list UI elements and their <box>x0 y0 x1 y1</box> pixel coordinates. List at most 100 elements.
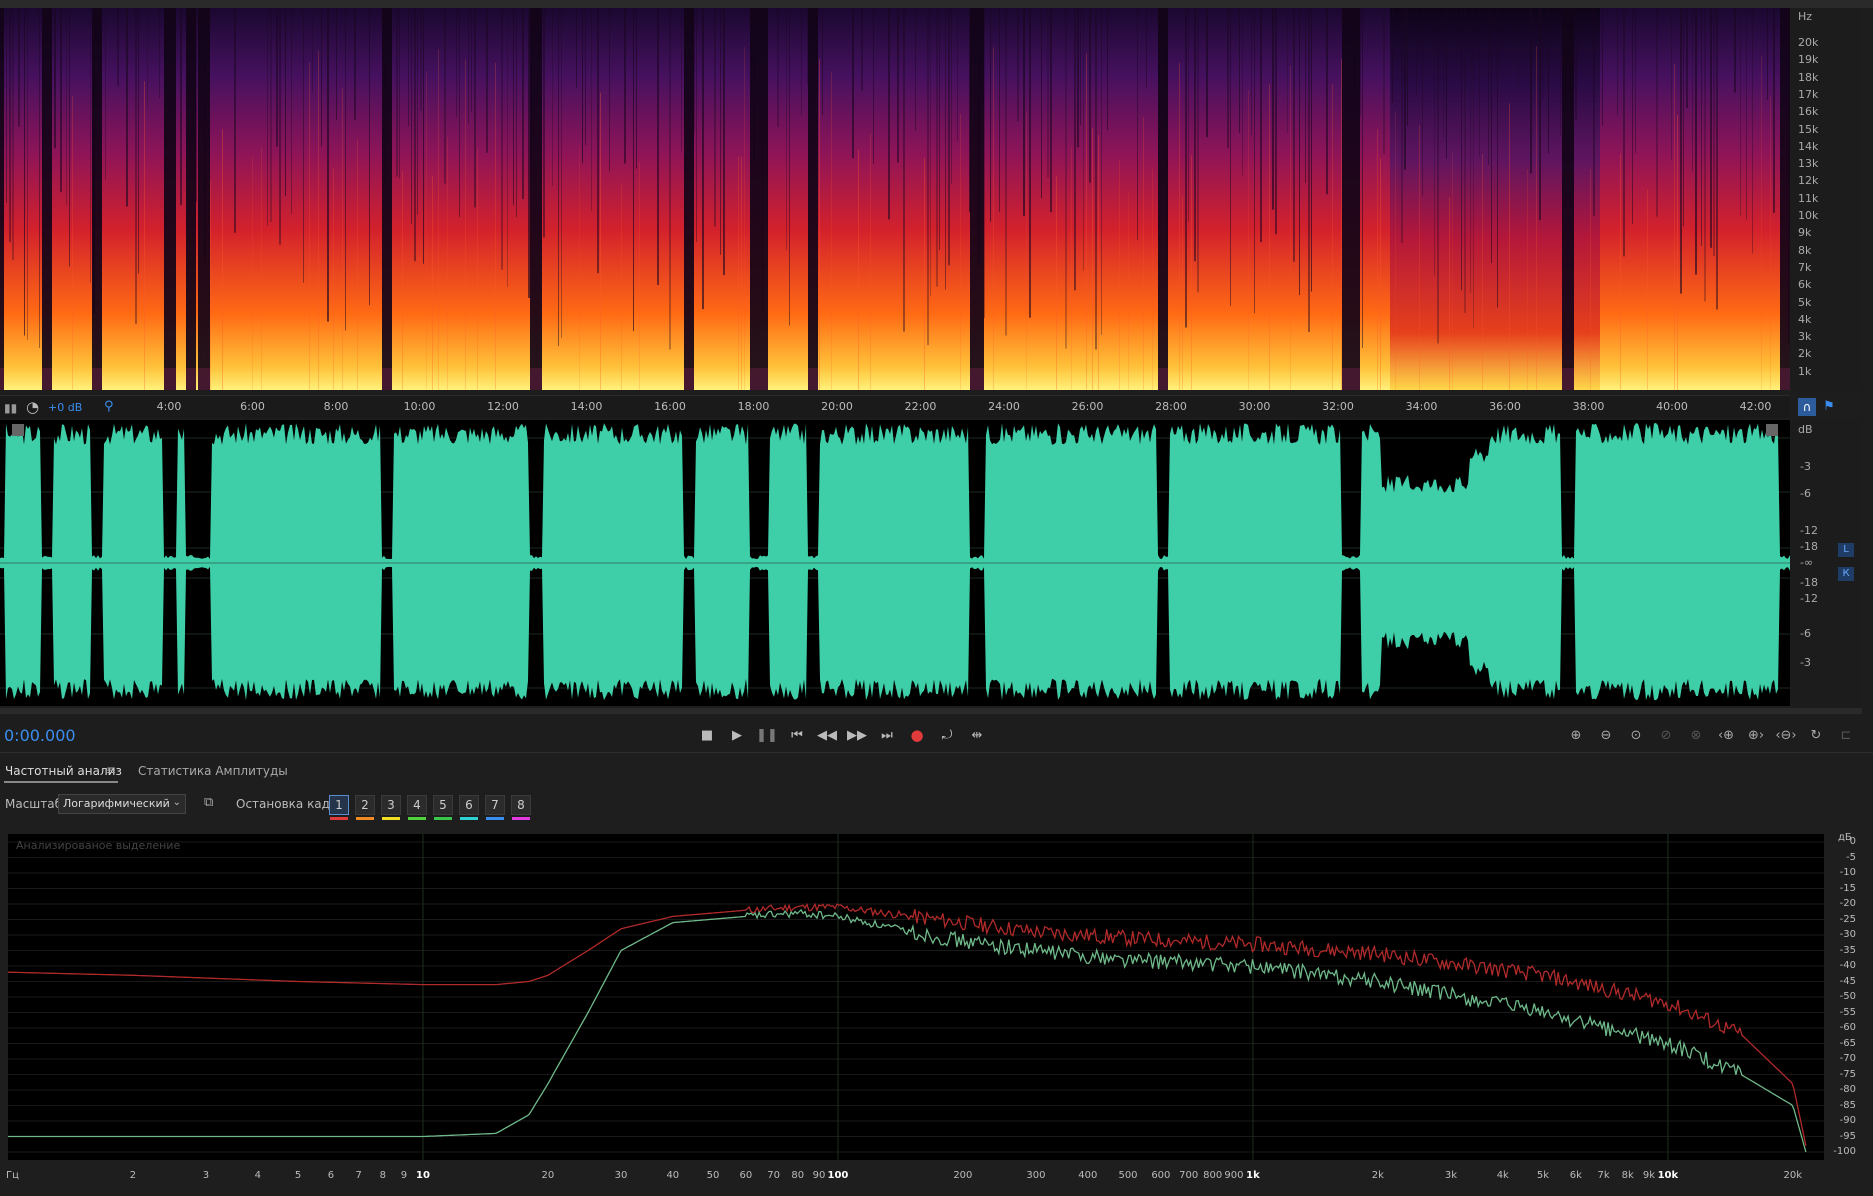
time-tick-label: 8:00 <box>323 400 349 413</box>
hold-frame-button-1[interactable]: 1 <box>329 795 349 820</box>
pause-button[interactable]: ❚❚ <box>756 724 778 746</box>
spectrogram <box>0 8 1790 580</box>
hz-axis-unit: Гц <box>6 1170 19 1181</box>
spectral-display[interactable] <box>0 8 1790 580</box>
db-tick-label: -50 <box>1839 991 1856 1002</box>
record-button[interactable]: ● <box>906 724 928 746</box>
hold-frame-button-4[interactable]: 4 <box>407 795 427 820</box>
current-time[interactable]: 0:00.000 <box>4 726 76 745</box>
frequency-tick-label: 10k <box>1798 209 1819 222</box>
zoom-selection-icon[interactable]: ⊙ <box>1624 724 1648 746</box>
hold-frame-button-8[interactable]: 8 <box>511 795 531 820</box>
zoom-track-icon[interactable]: ⊏ <box>1834 724 1858 746</box>
amplitude-ruler: dB -3 -6 -12 -18 -∞ -18 -12 -6 -3 <box>1790 420 1862 706</box>
marker-pin-icon[interactable]: ⚑ <box>1820 398 1838 416</box>
waveform <box>0 423 1790 701</box>
spectrum-series-1 <box>8 902 1807 1146</box>
hz-tick-label: 9 <box>400 1170 408 1181</box>
rewind-button[interactable]: ◀◀ <box>816 724 838 746</box>
skip-to-end-button[interactable]: ⏭ <box>876 724 898 746</box>
tab-frequency-analysis[interactable]: Частотный анализ <box>5 764 122 778</box>
scale-dropdown[interactable]: Логарифмический ⌄ <box>58 794 186 814</box>
waveform-display[interactable] <box>0 420 1790 706</box>
zoom-reset-icon[interactable]: ⊗ <box>1684 724 1708 746</box>
channel-left-toggle[interactable]: L <box>1838 543 1854 557</box>
frequency-tick-label: 13k <box>1798 157 1819 171</box>
hz-tick-label: 90 <box>812 1170 826 1181</box>
horizontal-scrollbar[interactable] <box>0 708 1862 714</box>
db-tick-label: -35 <box>1839 944 1856 956</box>
hold-frame-button-7[interactable]: 7 <box>485 795 505 820</box>
hz-tick-label: 30 <box>614 1170 628 1181</box>
hz-tick-label: 4k <box>1496 1170 1509 1181</box>
hold-frame-color <box>330 817 348 820</box>
hz-tick-label: 40 <box>666 1170 680 1181</box>
channel-right-toggle[interactable]: К <box>1838 567 1854 581</box>
skip-to-start-button[interactable]: ⏮ <box>786 724 808 746</box>
frequency-tick-label: 15k <box>1798 122 1819 136</box>
hz-tick-label: 7 <box>355 1170 362 1181</box>
db-tick-label: -60 <box>1839 1022 1856 1033</box>
hz-tick-label: 2 <box>129 1170 137 1181</box>
amplitude-tick-label: -18 <box>1800 540 1818 553</box>
stop-button[interactable]: ■ <box>696 724 718 746</box>
tab-amplitude-statistics[interactable]: Статистика Амплитуды <box>138 764 288 778</box>
timeline-ruler[interactable]: ▮▮ ◔ +0 dB ⚲ 4:00 6:00 8:00 10:00 12:00 14:00… <box>0 395 1790 418</box>
zoom-in-amplitude-icon[interactable]: ⊕ <box>1564 724 1588 746</box>
time-tick-label: 12:00 <box>487 400 519 413</box>
gain-value[interactable]: +0 dB <box>48 401 82 414</box>
frequency-tick-label: 20k <box>1798 36 1819 49</box>
hz-tick-label: 10k <box>1657 1170 1679 1181</box>
zoom-out-amplitude-icon[interactable]: ⊖ <box>1594 724 1618 746</box>
hz-tick-label: 5k <box>1536 1170 1550 1181</box>
db-axis: дБ 0 -5 -10 -15 -20 -25 -30 -35 -40 -45 -50 -55 -60-… <box>1824 832 1864 1160</box>
time-tick-label: 10:00 <box>403 400 436 413</box>
headphone-icon[interactable]: ∩ <box>1798 398 1816 416</box>
frequency-graph[interactable]: Анализированое выделение <box>8 834 1824 1160</box>
hold-frame-button-6[interactable]: 6 <box>459 795 479 820</box>
hz-tick-label: 400 <box>1078 1170 1098 1181</box>
hz-tick-label: 10 <box>416 1170 430 1181</box>
loop-button[interactable]: ⤾ <box>936 724 958 746</box>
play-button[interactable]: ▶ <box>726 724 748 746</box>
amplitude-tick-label: -18 <box>1800 576 1818 589</box>
zoom-in-left-icon[interactable]: ‹⊕ <box>1714 724 1738 746</box>
frequency-ruler: Hz 20k 19k 18k 17k 16k 15k 14k 13k 12k 11k 10k 9k 8k… <box>1790 8 1862 390</box>
hold-frame-color <box>356 817 374 820</box>
corner-handle-left[interactable] <box>12 424 24 436</box>
frequency-tick-label: 7k <box>1798 260 1812 274</box>
frequency-tick-label: 18k <box>1798 70 1819 84</box>
hz-tick-label: 80 <box>791 1170 805 1181</box>
corner-handle-right[interactable] <box>1766 424 1778 436</box>
top-splitter[interactable] <box>0 0 1873 8</box>
zoom-in-right-icon[interactable]: ⊕› <box>1744 724 1768 746</box>
hold-frame-button-2[interactable]: 2 <box>355 795 375 820</box>
fast-forward-button[interactable]: ▶▶ <box>846 724 868 746</box>
hold-frame-button-5[interactable]: 5 <box>433 795 453 820</box>
spectrum-series-2 <box>8 908 1807 1153</box>
time-tick-label: 20:00 <box>821 400 853 413</box>
hz-tick-label: 3k <box>1444 1170 1457 1181</box>
hz-tick-label: 8 <box>379 1170 386 1181</box>
time-tick-label: 14:00 <box>570 400 603 413</box>
skip-selection-button[interactable]: ⇹ <box>966 724 988 746</box>
hz-tick-label: 300 <box>1026 1170 1046 1181</box>
gain-knob-icon[interactable]: ◔ <box>26 398 39 416</box>
time-tick-label: 40:00 <box>1656 400 1688 413</box>
meter-icon[interactable]: ▮▮ <box>4 401 17 415</box>
db-tick-label: -95 <box>1839 1130 1856 1142</box>
pin-icon[interactable]: ⚲ <box>104 399 114 414</box>
zoom-out-full-icon[interactable]: ⊘ <box>1654 724 1678 746</box>
hold-frame-button-3[interactable]: 3 <box>381 795 401 820</box>
hz-tick-label: 6 <box>327 1170 335 1181</box>
zoom-full-icon[interactable]: ‹⊖› <box>1774 724 1798 746</box>
panel-menu-icon[interactable]: ≡ <box>106 763 116 777</box>
copy-icon[interactable]: ⧉ <box>204 795 213 810</box>
hz-tick-label: 3 <box>202 1170 210 1181</box>
scale-dropdown-value: Логарифмический <box>63 797 170 810</box>
time-tick-label: 26:00 <box>1071 400 1104 413</box>
amplitude-tick-label: -6 <box>1800 487 1811 500</box>
time-tick-label: 22:00 <box>904 400 937 413</box>
zoom-time-icon[interactable]: ↻ <box>1804 724 1828 746</box>
db-tick-label: 0 <box>1849 836 1856 847</box>
